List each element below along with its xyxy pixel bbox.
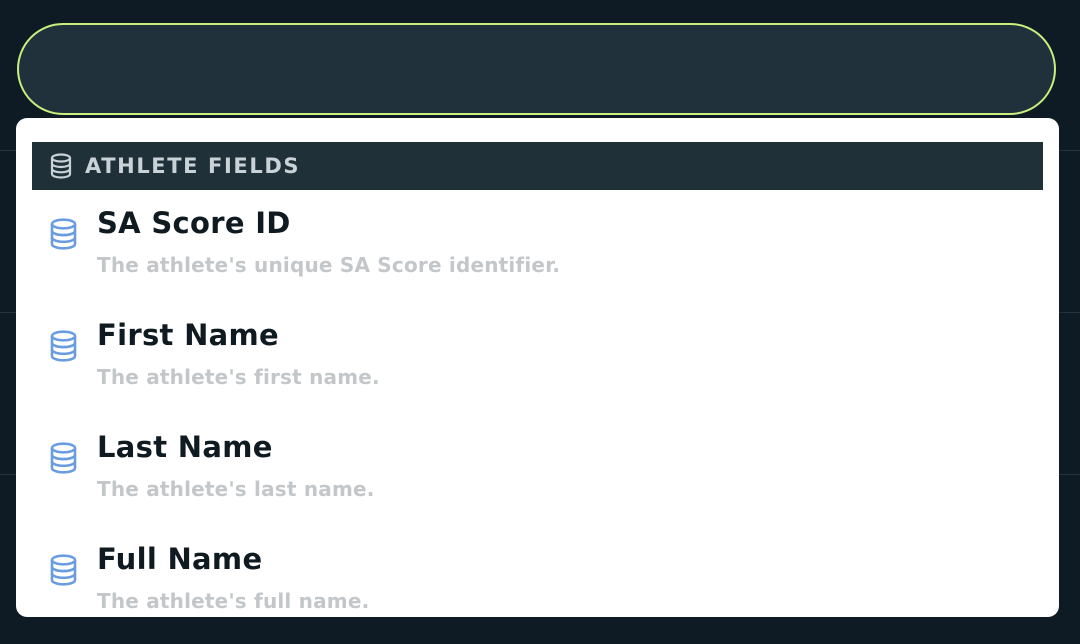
field-description: The athlete's unique SA Score identifier… xyxy=(97,253,561,277)
database-icon xyxy=(49,554,78,586)
list-item-last-name[interactable]: Last Name The athlete's last name. xyxy=(16,422,1059,530)
database-icon xyxy=(49,442,78,474)
database-icon xyxy=(49,218,78,250)
autocomplete-dropdown: ATHLETE FIELDS SA Score ID The athlete's… xyxy=(16,118,1059,617)
field-label: Full Name xyxy=(97,542,263,576)
database-icon xyxy=(49,330,78,362)
field-description: The athlete's last name. xyxy=(97,477,375,501)
search-input[interactable] xyxy=(17,23,1056,115)
field-description: The athlete's first name. xyxy=(97,365,380,389)
database-icon xyxy=(49,153,73,179)
section-title: ATHLETE FIELDS xyxy=(85,154,301,178)
list-item-first-name[interactable]: First Name The athlete's first name. xyxy=(16,310,1059,418)
section-header: ATHLETE FIELDS xyxy=(32,142,1043,190)
field-label: First Name xyxy=(97,318,279,352)
field-description: The athlete's full name. xyxy=(97,589,370,613)
list-item-full-name[interactable]: Full Name The athlete's full name. xyxy=(16,534,1059,617)
list-item-sa-score-id[interactable]: SA Score ID The athlete's unique SA Scor… xyxy=(16,198,1059,306)
field-label: SA Score ID xyxy=(97,206,291,240)
field-label: Last Name xyxy=(97,430,273,464)
